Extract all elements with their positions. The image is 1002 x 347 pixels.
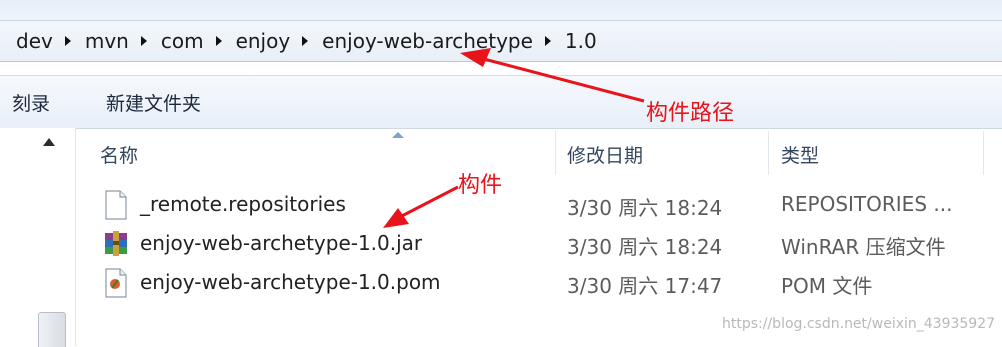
command-toolbar: 刻录 新建文件夹 [0, 75, 1002, 129]
path-annotation-label: 构件路径 [646, 101, 735, 126]
column-header-type[interactable]: 类型 [781, 141, 819, 168]
file-type: REPOSITORIES ... [781, 192, 953, 216]
column-divider[interactable] [983, 131, 984, 175]
artifact-annotation-label: 构件 [458, 173, 503, 198]
scrollbar-thumb[interactable] [38, 312, 66, 347]
pom-file-icon [105, 268, 127, 298]
file-name: _remote.repositories [140, 192, 346, 216]
blank-file-icon [105, 190, 127, 220]
file-modified-date: 3/30 周六 18:24 [567, 196, 723, 220]
file-type: POM 文件 [781, 274, 873, 298]
column-header-name[interactable]: 名称 [100, 141, 138, 168]
address-bar: dev mvn com enjoy enjoy-web-archetype 1.… [0, 0, 1002, 62]
file-type: WinRAR 压缩文件 [781, 235, 946, 259]
file-row-pom[interactable]: enjoy-web-archetype-1.0.pom 3/30 周六 17:4… [76, 266, 1002, 304]
column-divider[interactable] [555, 131, 556, 175]
winrar-archive-icon [105, 231, 127, 256]
breadcrumb-chevron-icon[interactable] [64, 36, 71, 46]
breadcrumb-dev[interactable]: dev [14, 29, 55, 53]
new-folder-button[interactable]: 新建文件夹 [106, 89, 201, 116]
file-name: enjoy-web-archetype-1.0.jar [140, 231, 423, 255]
breadcrumb-enjoy[interactable]: enjoy [234, 29, 293, 53]
breadcrumb-mvn[interactable]: mvn [83, 29, 131, 53]
breadcrumb-chevron-icon[interactable] [544, 36, 551, 46]
breadcrumb-chevron-icon[interactable] [302, 36, 309, 46]
breadcrumb-com[interactable]: com [159, 29, 206, 53]
file-name: enjoy-web-archetype-1.0.pom [140, 270, 441, 294]
column-header-modified[interactable]: 修改日期 [567, 141, 643, 168]
column-header-row: 名称 修改日期 类型 [76, 131, 1002, 175]
burn-button[interactable]: 刻录 [12, 89, 50, 116]
breadcrumb-enjoy-web-archetype[interactable]: enjoy-web-archetype [320, 29, 535, 53]
sort-ascending-icon [392, 132, 404, 138]
breadcrumb-version[interactable]: 1.0 [563, 29, 599, 53]
column-divider[interactable] [768, 131, 769, 175]
file-modified-date: 3/30 周六 18:24 [567, 235, 723, 259]
file-modified-date: 3/30 周六 17:47 [567, 274, 723, 298]
file-row-remote-repositories[interactable]: _remote.repositories 3/30 周六 18:24 REPOS… [76, 188, 1002, 226]
breadcrumb-chevron-icon[interactable] [140, 36, 147, 46]
scroll-up-arrow-icon[interactable] [43, 138, 55, 146]
breadcrumb: dev mvn com enjoy enjoy-web-archetype 1.… [14, 27, 599, 55]
file-row-jar[interactable]: enjoy-web-archetype-1.0.jar 3/30 周六 18:2… [76, 227, 1002, 265]
watermark: https://blog.csdn.net/weixin_43935927 [722, 316, 996, 332]
breadcrumb-chevron-icon[interactable] [215, 36, 222, 46]
